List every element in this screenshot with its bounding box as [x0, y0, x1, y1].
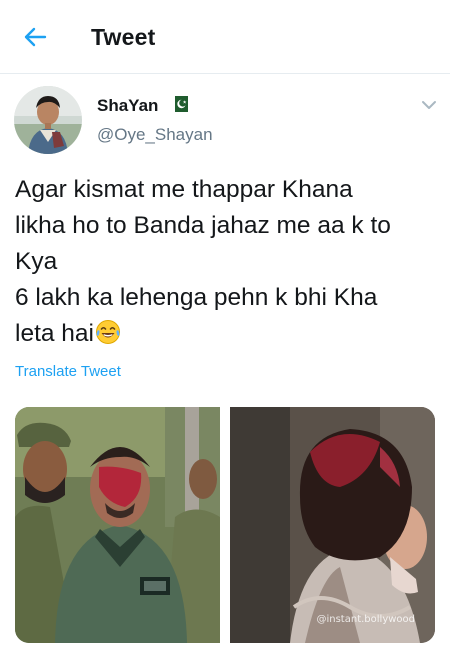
- face-with-tears-of-joy-icon: [95, 319, 121, 345]
- tweet-text-line: Agar kismat me thappar Khana: [15, 176, 353, 203]
- tweet-text-line-last: leta hai: [15, 316, 440, 352]
- tweet-text: Agar kismat me thappar Khana likha ho to…: [15, 172, 440, 352]
- tweet-text-line: leta hai: [15, 320, 95, 347]
- tweet-text-line: Kya: [15, 248, 58, 275]
- avatar[interactable]: [14, 86, 82, 154]
- top-bar: Tweet: [0, 0, 450, 74]
- pakistan-flag-icon: [171, 96, 188, 112]
- photo-soldiers: [15, 407, 220, 643]
- tweet-image-2[interactable]: @instant.bollywood: [230, 407, 435, 643]
- photo-woman: [230, 407, 435, 643]
- author-display-name[interactable]: ShaYan: [97, 96, 158, 116]
- image-watermark: @instant.bollywood: [316, 614, 415, 625]
- author-handle[interactable]: @Oye_Shayan: [97, 125, 213, 145]
- translate-tweet-link[interactable]: Translate Tweet: [15, 363, 121, 380]
- arrow-left-icon: [24, 27, 47, 47]
- avatar-photo: [14, 86, 82, 154]
- more-options-button[interactable]: [418, 96, 440, 114]
- tweet-image-1[interactable]: [15, 407, 220, 643]
- tweet-text-line: 6 lakh ka lehenga pehn k bhi Kha: [15, 284, 378, 311]
- tweet-text-line: likha ho to Banda jahaz me aa k to: [15, 212, 391, 239]
- back-button[interactable]: [14, 22, 54, 52]
- page-title: Tweet: [91, 24, 156, 50]
- chevron-down-icon: [422, 101, 436, 109]
